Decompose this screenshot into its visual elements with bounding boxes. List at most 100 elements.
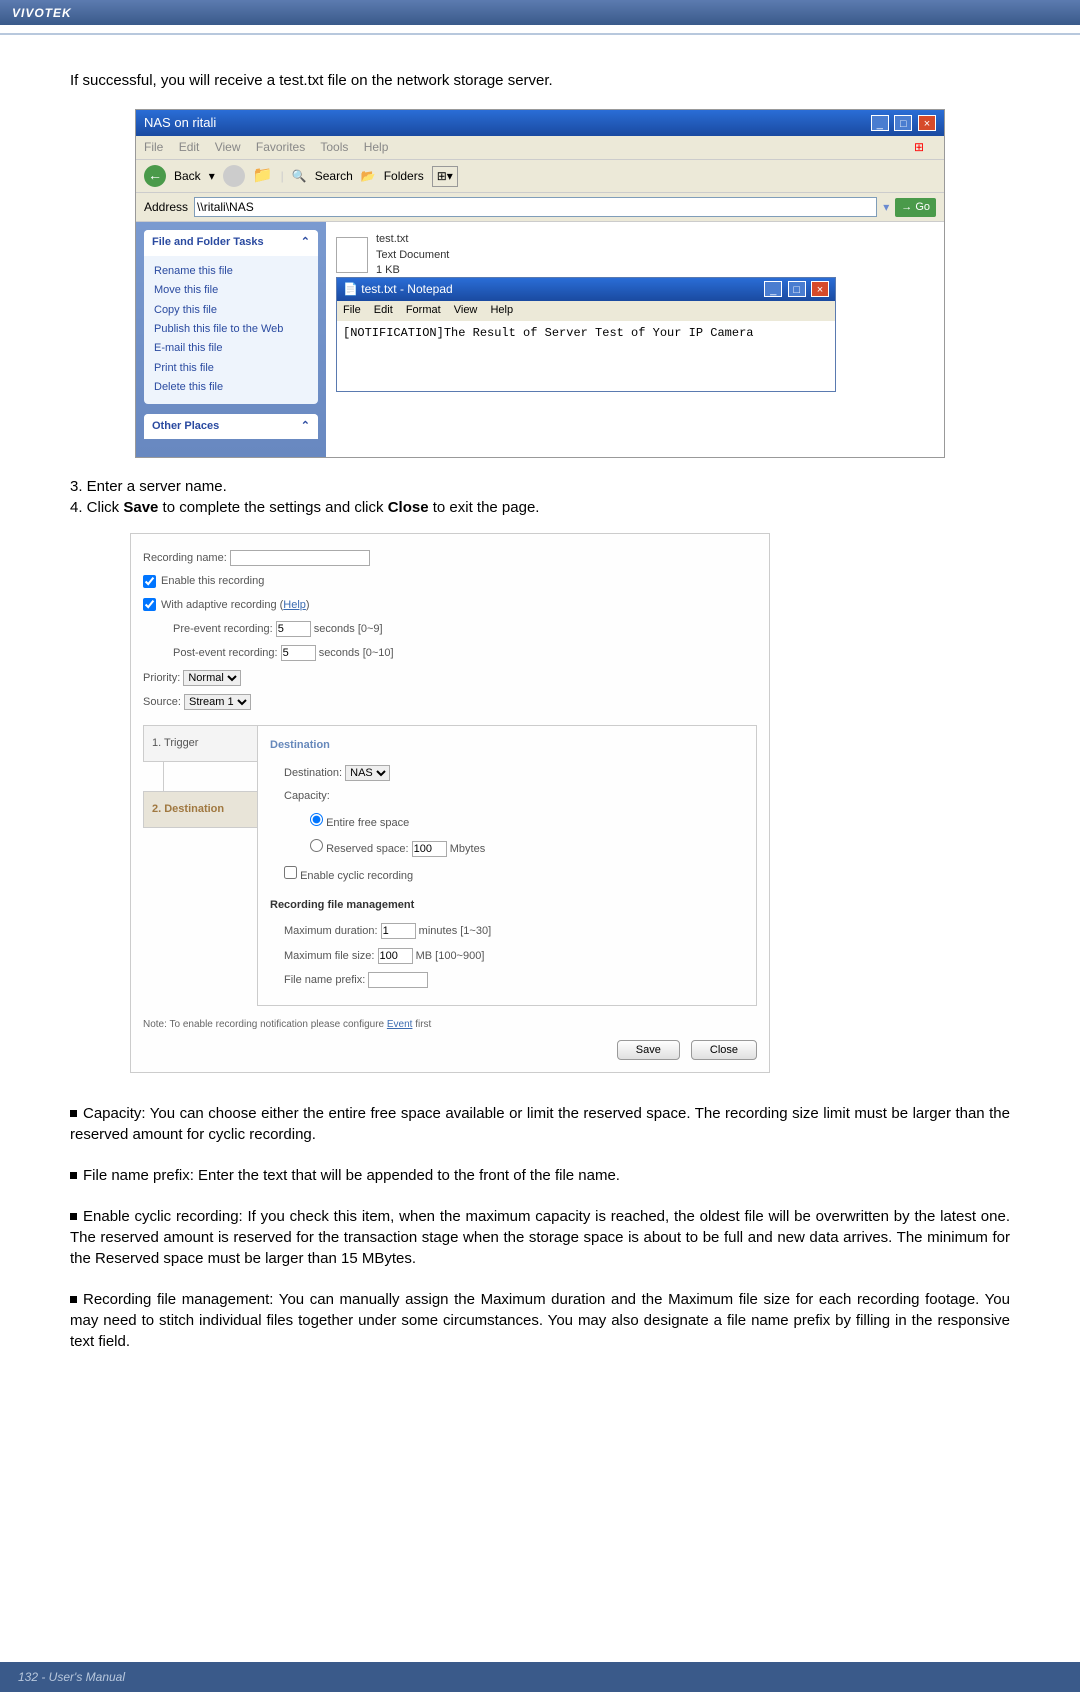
task-copy[interactable]: Copy this file xyxy=(154,301,308,320)
back-icon[interactable]: ← xyxy=(144,165,166,187)
collapse-icon[interactable]: ⌃ xyxy=(301,235,310,250)
pre-event-input[interactable] xyxy=(276,621,311,637)
menu-file[interactable]: File xyxy=(144,140,163,154)
file-size: 1 KB xyxy=(376,263,449,278)
maximize-icon[interactable]: □ xyxy=(788,281,806,297)
menu-tools[interactable]: Tools xyxy=(320,140,348,154)
search-label[interactable]: Search xyxy=(315,168,353,185)
bullet-rfm: Recording file management: You can manua… xyxy=(70,1289,1010,1352)
close-button[interactable]: Close xyxy=(691,1040,757,1060)
event-link[interactable]: Event xyxy=(387,1019,413,1030)
file-tasks-panel: File and Folder Tasks⌃ Rename this file … xyxy=(144,230,318,403)
destination-fieldset: Destination Destination: NAS Capacity: E… xyxy=(257,725,757,1006)
bullet-cyclic: Enable cyclic recording: If you check th… xyxy=(70,1206,1010,1269)
bullet-icon xyxy=(70,1172,77,1179)
bullet-icon xyxy=(70,1213,77,1220)
np-menu-format[interactable]: Format xyxy=(406,304,441,316)
task-rename[interactable]: Rename this file xyxy=(154,262,308,281)
menu-favorites[interactable]: Favorites xyxy=(256,140,305,154)
file-name: test.txt xyxy=(376,232,449,247)
save-button[interactable]: Save xyxy=(617,1040,680,1060)
maximize-icon[interactable]: □ xyxy=(894,115,912,131)
adaptive-label: With adaptive recording ( xyxy=(161,599,283,611)
task-move[interactable]: Move this file xyxy=(154,281,308,300)
explorer-body: File and Folder Tasks⌃ Rename this file … xyxy=(136,222,944,457)
recording-name-label: Recording name: xyxy=(143,552,227,564)
minimize-icon[interactable]: _ xyxy=(871,115,889,131)
menu-view[interactable]: View xyxy=(215,140,241,154)
tab-trigger[interactable]: 1. Trigger xyxy=(143,725,258,762)
reserved-space-radio[interactable] xyxy=(310,839,323,852)
adaptive-checkbox[interactable] xyxy=(143,598,156,611)
file-item[interactable]: test.txt Text Document 1 KB xyxy=(336,232,934,278)
rfm-legend: Recording file management xyxy=(270,898,744,913)
recording-name-input[interactable] xyxy=(230,550,370,566)
search-icon[interactable]: 🔍 xyxy=(292,168,307,185)
source-select[interactable]: Stream 1 xyxy=(184,694,251,710)
post-event-label: Post-event recording: xyxy=(173,647,278,659)
reserved-input[interactable] xyxy=(412,841,447,857)
views-icon[interactable]: ⊞▾ xyxy=(432,166,458,187)
up-icon[interactable]: 📁 xyxy=(253,165,273,187)
step-3: 3. Enter a server name. xyxy=(70,476,1010,497)
page-header: VIVOTEK xyxy=(0,0,1080,25)
back-label[interactable]: Back xyxy=(174,168,201,185)
enable-recording-checkbox[interactable] xyxy=(143,575,156,588)
reserved-label: Reserved space: xyxy=(326,843,409,855)
forward-icon[interactable] xyxy=(223,165,245,187)
entire-space-radio[interactable] xyxy=(310,813,323,826)
enable-recording-label: Enable this recording xyxy=(161,575,264,587)
task-print[interactable]: Print this file xyxy=(154,359,308,378)
prefix-input[interactable] xyxy=(368,972,428,988)
bullet-icon xyxy=(70,1110,77,1117)
maxdur-unit: minutes [1~30] xyxy=(419,925,491,937)
task-email[interactable]: E-mail this file xyxy=(154,339,308,358)
window-buttons: _ □ × xyxy=(869,114,936,132)
task-delete[interactable]: Delete this file xyxy=(154,378,308,397)
np-menu-edit[interactable]: Edit xyxy=(374,304,393,316)
pre-event-unit: seconds [0~9] xyxy=(314,623,383,635)
text-file-icon xyxy=(336,237,368,273)
form-note: Note: To enable recording notification p… xyxy=(143,1018,757,1032)
header-gap xyxy=(0,25,1080,33)
go-button[interactable]: → Go xyxy=(895,198,936,217)
help-link[interactable]: Help xyxy=(283,599,306,611)
folders-icon[interactable]: 📂 xyxy=(361,168,376,185)
maxsize-input[interactable] xyxy=(378,948,413,964)
explorer-toolbar: ← Back▾ 📁 | 🔍 Search 📂 Folders ⊞▾ xyxy=(136,160,944,193)
np-menu-file[interactable]: File xyxy=(343,304,361,316)
close-icon[interactable]: × xyxy=(918,115,936,131)
tab-destination[interactable]: 2. Destination xyxy=(143,791,258,828)
maxsize-label: Maximum file size: xyxy=(284,950,374,962)
notepad-window: 📄 test.txt - Notepad _ □ × File Edit For… xyxy=(336,277,836,391)
explorer-window: NAS on ritali _ □ × File Edit View Favor… xyxy=(135,109,945,458)
folders-label[interactable]: Folders xyxy=(384,168,424,185)
page-footer: 132 - User's Manual xyxy=(0,1662,1080,1692)
priority-select[interactable]: Normal xyxy=(183,670,241,686)
notepad-icon: 📄 xyxy=(343,282,358,296)
task-publish[interactable]: Publish this file to the Web xyxy=(154,320,308,339)
np-menu-help[interactable]: Help xyxy=(490,304,513,316)
destination-select[interactable]: NAS xyxy=(345,765,390,781)
maxsize-unit: MB [100~900] xyxy=(416,950,485,962)
collapse-icon[interactable]: ⌃ xyxy=(301,419,310,434)
address-label: Address xyxy=(144,199,188,216)
cyclic-checkbox[interactable] xyxy=(284,866,297,879)
bullet-prefix: File name prefix: Enter the text that wi… xyxy=(70,1165,1010,1186)
np-menu-view[interactable]: View xyxy=(454,304,478,316)
maxdur-input[interactable] xyxy=(381,923,416,939)
post-event-input[interactable] xyxy=(281,645,316,661)
menu-help[interactable]: Help xyxy=(364,140,389,154)
step-4: 4. Click Save to complete the settings a… xyxy=(70,497,1010,518)
file-type: Text Document xyxy=(376,248,449,263)
close-icon[interactable]: × xyxy=(811,281,829,297)
notepad-menubar: File Edit Format View Help xyxy=(337,301,835,320)
bullet-icon xyxy=(70,1296,77,1303)
explorer-titlebar: NAS on ritali _ □ × xyxy=(136,110,944,136)
minimize-icon[interactable]: _ xyxy=(764,281,782,297)
address-input[interactable] xyxy=(194,197,877,217)
notepad-content[interactable]: [NOTIFICATION]The Result of Server Test … xyxy=(337,321,835,391)
menu-edit[interactable]: Edit xyxy=(179,140,200,154)
notepad-title: test.txt - Notepad xyxy=(361,282,452,296)
destination-legend: Destination xyxy=(270,738,744,753)
